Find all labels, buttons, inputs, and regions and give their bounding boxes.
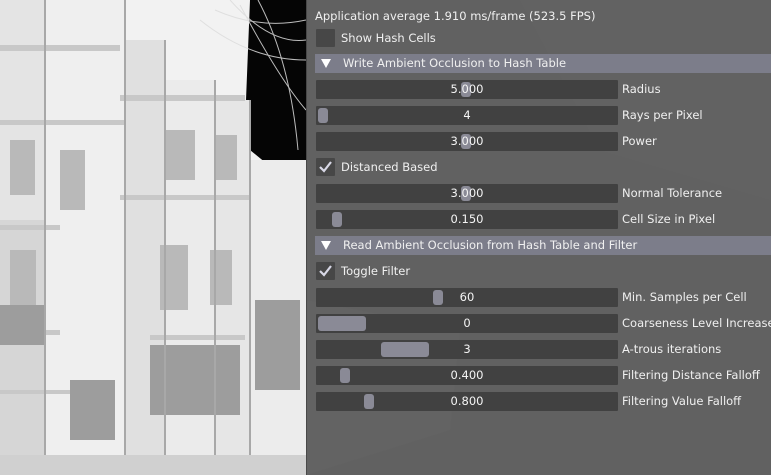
show-hash-cells-row[interactable]: Show Hash Cells bbox=[307, 27, 771, 49]
read-ao-section-header[interactable]: Read Ambient Occlusion from Hash Table a… bbox=[315, 236, 771, 255]
rays-row: 4 Rays per Pixel bbox=[307, 104, 771, 126]
distanced-based-row[interactable]: Distanced Based bbox=[307, 156, 771, 178]
distance-falloff-slider[interactable]: 0.400 bbox=[316, 366, 618, 385]
value-falloff-label: Filtering Value Falloff bbox=[622, 394, 742, 408]
checkmark-icon bbox=[319, 265, 332, 277]
distanced-based-label: Distanced Based bbox=[341, 160, 438, 174]
coarseness-value: 0 bbox=[463, 316, 471, 330]
power-label: Power bbox=[622, 134, 657, 148]
distance-falloff-value: 0.400 bbox=[450, 368, 484, 382]
normal-tolerance-label: Normal Tolerance bbox=[622, 186, 723, 200]
power-value: 3.000 bbox=[450, 134, 484, 148]
value-falloff-row: 0.800 Filtering Value Falloff bbox=[307, 390, 771, 412]
write-ao-section-title: Write Ambient Occlusion to Hash Table bbox=[343, 56, 567, 70]
normal-tolerance-slider[interactable]: 3.000 bbox=[316, 184, 618, 203]
cell-size-label: Cell Size in Pixel bbox=[622, 212, 716, 226]
min-samples-slider[interactable]: 60 bbox=[316, 288, 618, 307]
settings-panel: Application average 1.910 ms/frame (523.… bbox=[306, 0, 771, 475]
toggle-filter-checkbox[interactable] bbox=[316, 262, 335, 280]
write-ao-section-header[interactable]: Write Ambient Occlusion to Hash Table bbox=[315, 54, 771, 73]
value-falloff-value: 0.800 bbox=[450, 394, 484, 408]
checkmark-icon bbox=[319, 161, 332, 173]
atrous-iterations-value: 3 bbox=[463, 342, 471, 356]
radius-slider[interactable]: 5.000 bbox=[316, 80, 618, 99]
rays-per-pixel-label: Rays per Pixel bbox=[622, 108, 703, 122]
coarseness-slider[interactable]: 0 bbox=[316, 314, 618, 333]
rays-per-pixel-value: 4 bbox=[463, 108, 471, 122]
power-row: 3.000 Power bbox=[307, 130, 771, 152]
power-slider[interactable]: 3.000 bbox=[316, 132, 618, 151]
distance-falloff-label: Filtering Distance Falloff bbox=[622, 368, 760, 382]
read-ao-section-title: Read Ambient Occlusion from Hash Table a… bbox=[343, 238, 638, 252]
normal-tolerance-value: 3.000 bbox=[450, 186, 484, 200]
collapse-arrow-icon bbox=[321, 59, 331, 68]
show-hash-cells-checkbox[interactable] bbox=[316, 29, 335, 47]
cell-size-slider[interactable]: 0.150 bbox=[316, 210, 618, 229]
coarseness-row: 0 Coarseness Level Increase bbox=[307, 312, 771, 334]
atrous-row: 3 A-trous iterations bbox=[307, 338, 771, 360]
min-samples-row: 60 Min. Samples per Cell bbox=[307, 286, 771, 308]
atrous-iterations-slider[interactable]: 3 bbox=[316, 340, 618, 359]
min-samples-label: Min. Samples per Cell bbox=[622, 290, 747, 304]
radius-label: Radius bbox=[622, 82, 661, 96]
frame-stats-text: Application average 1.910 ms/frame (523.… bbox=[315, 9, 596, 23]
radius-value: 5.000 bbox=[450, 82, 484, 96]
atrous-iterations-label: A-trous iterations bbox=[622, 342, 722, 356]
distance-falloff-row: 0.400 Filtering Distance Falloff bbox=[307, 364, 771, 386]
radius-row: 5.000 Radius bbox=[307, 78, 771, 100]
min-samples-value: 60 bbox=[459, 290, 475, 304]
cell-size-row: 0.150 Cell Size in Pixel bbox=[307, 208, 771, 230]
show-hash-cells-label: Show Hash Cells bbox=[341, 31, 436, 45]
toggle-filter-label: Toggle Filter bbox=[341, 264, 411, 278]
collapse-arrow-icon bbox=[321, 241, 331, 250]
normal-tolerance-row: 3.000 Normal Tolerance bbox=[307, 182, 771, 204]
frame-stats: Application average 1.910 ms/frame (523.… bbox=[307, 5, 771, 27]
coarseness-label: Coarseness Level Increase bbox=[622, 316, 771, 330]
rays-per-pixel-slider[interactable]: 4 bbox=[316, 106, 618, 125]
value-falloff-slider[interactable]: 0.800 bbox=[316, 392, 618, 411]
cell-size-value: 0.150 bbox=[450, 212, 484, 226]
distanced-based-checkbox[interactable] bbox=[316, 158, 335, 176]
toggle-filter-row[interactable]: Toggle Filter bbox=[307, 260, 771, 282]
